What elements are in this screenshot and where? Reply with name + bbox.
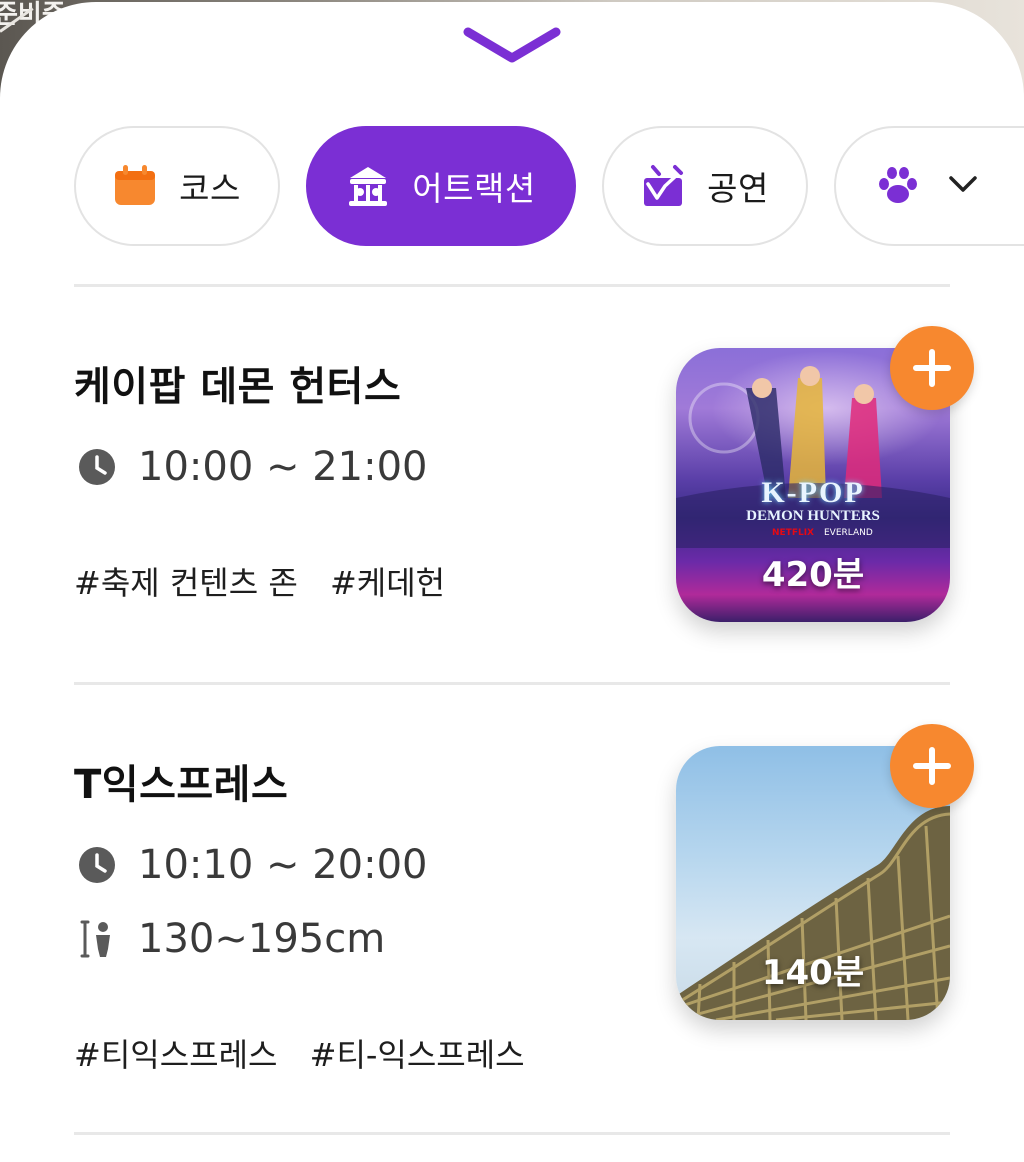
plus-icon (913, 747, 951, 785)
operating-hours: 10:00 ~ 21:00 (78, 444, 428, 490)
add-to-course-button[interactable] (890, 724, 974, 808)
wait-time: 140분 (761, 953, 865, 993)
tag[interactable]: #축제 컨텐츠 존 (74, 564, 298, 602)
attraction-title: 케이팝 데몬 헌터스 (74, 364, 402, 410)
attraction-title: T익스프레스 (74, 762, 289, 808)
height-restriction-icon (80, 920, 110, 958)
category-filter-bar: 코스 어트랙션 공연 (74, 126, 1024, 246)
carousel-icon (349, 167, 388, 206)
hours-text: 10:10 ~ 20:00 (138, 842, 428, 888)
tag[interactable]: #티익스프레스 (74, 1036, 277, 1074)
bottom-sheet: 코스 어트랙션 공연 케이팝 데몬 헌터스 10:00 ~ 21:00 #축제 … (0, 2, 1024, 1162)
poster-title: K-POP (761, 476, 865, 509)
height-text: 130~195cm (138, 916, 386, 962)
category-chip-label: 코스 (179, 169, 241, 208)
calendar-icon (115, 165, 156, 205)
tag-list: #티익스프레스 #티-익스프레스 (74, 1030, 547, 1076)
category-chip-label: 공연 (707, 169, 769, 208)
plus-icon (913, 349, 951, 387)
category-chip-course[interactable]: 코스 (74, 126, 280, 246)
divider (74, 284, 950, 287)
clock-icon (79, 847, 115, 883)
poster-subtitle: DEMON HUNTERS (746, 508, 880, 524)
add-to-course-button[interactable] (890, 326, 974, 410)
category-chip-label: 어트랙션 (412, 169, 536, 208)
divider (74, 682, 950, 685)
wait-time: 420분 (761, 555, 865, 595)
category-chip-show[interactable]: 공연 (602, 126, 808, 246)
hours-text: 10:00 ~ 21:00 (138, 444, 428, 490)
category-chip-animal[interactable] (834, 126, 1024, 246)
height-limit: 130~195cm (78, 916, 385, 962)
chevron-down-icon[interactable] (462, 24, 562, 66)
tag-list: #축제 컨텐츠 존 #케데헌 (74, 558, 467, 604)
tag[interactable]: #케데헌 (330, 564, 445, 602)
operating-hours: 10:10 ~ 20:00 (78, 842, 428, 888)
category-chip-attraction[interactable]: 어트랙션 (306, 126, 576, 246)
poster-brand: NETFLIX (772, 528, 814, 538)
tag[interactable]: #티-익스프레스 (310, 1036, 525, 1074)
divider (74, 1132, 950, 1135)
paw-icon (879, 167, 917, 203)
expand-categories-icon[interactable] (948, 174, 978, 194)
clock-icon (79, 449, 115, 485)
stage-icon (644, 165, 684, 206)
poster-partner: EVERLAND (824, 528, 873, 538)
